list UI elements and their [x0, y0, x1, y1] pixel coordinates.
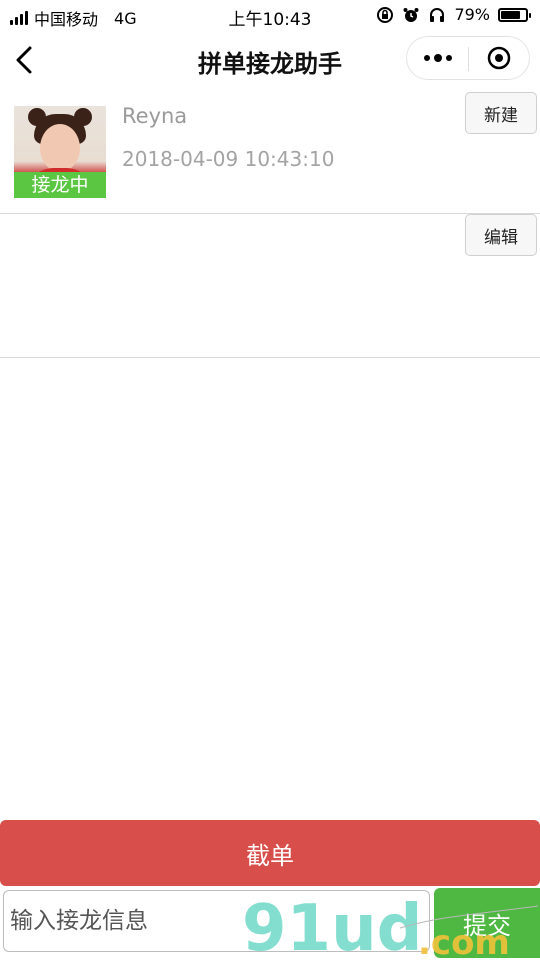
divider [0, 213, 540, 214]
miniprogram-capsule [406, 36, 530, 80]
close-order-button[interactable]: 截单 [0, 820, 540, 886]
username: Reyna [122, 104, 188, 128]
status-right: 79% [376, 5, 531, 24]
more-button[interactable] [407, 37, 468, 79]
target-close-icon [487, 46, 511, 70]
battery-icon [498, 7, 531, 22]
more-dots-icon [423, 54, 452, 62]
status-bar: 中国移动 4G 上午10:43 79% [0, 0, 540, 32]
navigation-bar: 拼单接龙助手 [0, 32, 540, 88]
battery-percent: 79% [454, 5, 490, 24]
info-input[interactable] [3, 890, 430, 952]
close-miniprogram-button[interactable] [469, 37, 529, 79]
headphones-icon [430, 7, 445, 22]
input-row: 提交 [0, 888, 540, 960]
rotation-lock-icon [377, 6, 394, 23]
edit-button[interactable]: 编辑 [465, 214, 537, 256]
alarm-icon [403, 7, 419, 22]
timestamp: 2018-04-09 10:43:10 [122, 147, 335, 171]
divider [0, 357, 540, 358]
status-badge: 接龙中 [14, 172, 106, 198]
new-button[interactable]: 新建 [465, 92, 537, 134]
app-screen: 中国移动 4G 上午10:43 79% 拼单接龙助手 接龙中 Reyna 201… [0, 0, 540, 960]
submit-button[interactable]: 提交 [434, 888, 540, 958]
